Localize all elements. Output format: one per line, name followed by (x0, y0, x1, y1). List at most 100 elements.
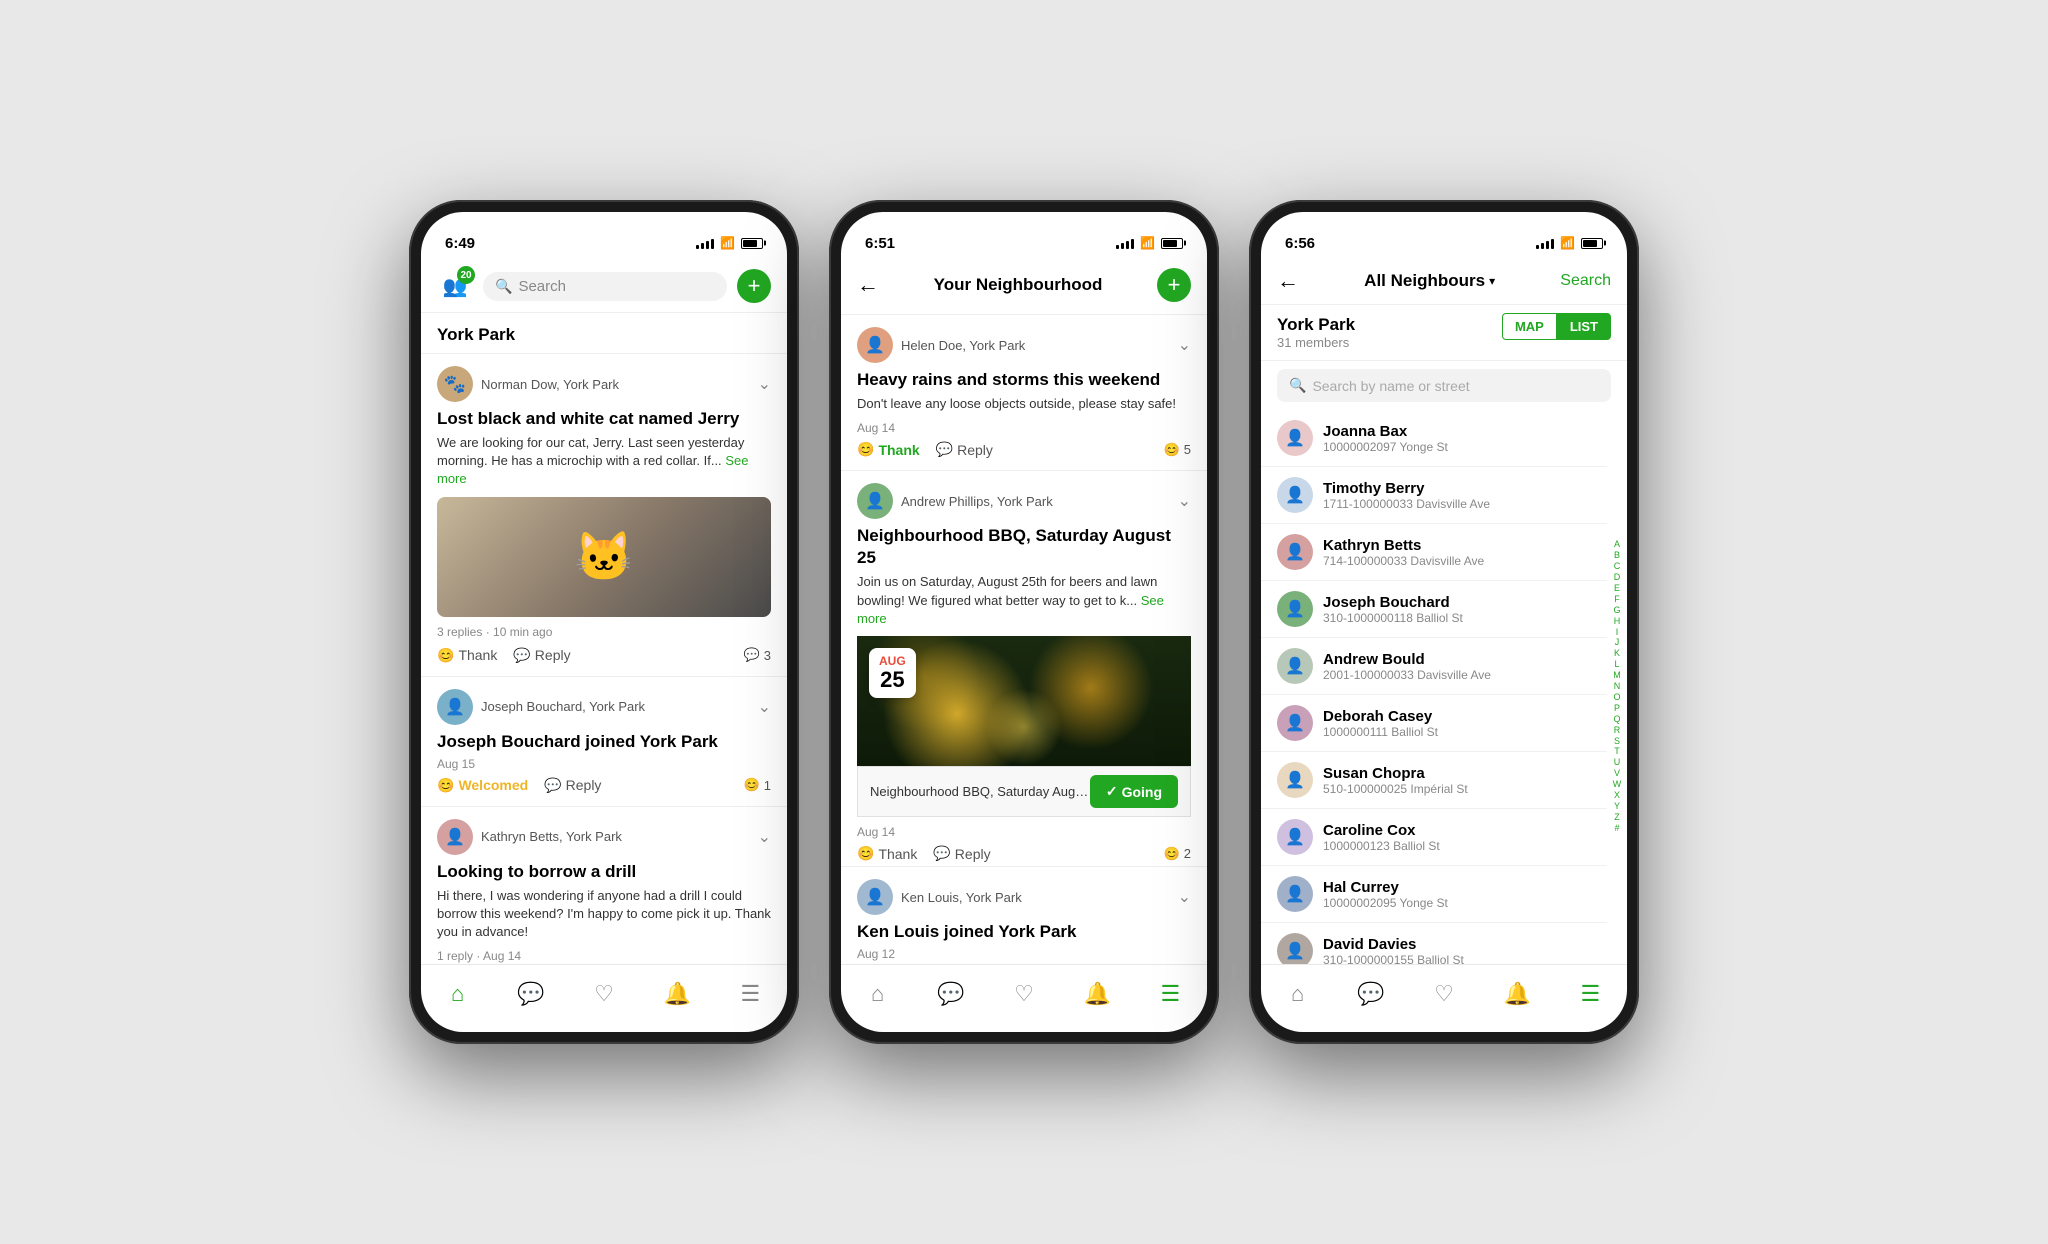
map-button[interactable]: MAP (1502, 313, 1557, 340)
heart-icon-3: ♡ (1434, 981, 1454, 1007)
alpha-L[interactable]: L (1614, 660, 1619, 670)
neighbour-deborah-casey[interactable]: 👤 Deborah Casey 1000000111 Balliol St (1261, 695, 1607, 752)
neighbour-avatar-4: 👤 (1277, 591, 1313, 627)
new-post-button-2[interactable]: + (1157, 268, 1191, 302)
chat-icon-2: 💬 (937, 981, 964, 1007)
alpha-M[interactable]: M (1613, 671, 1621, 681)
alpha-hash[interactable]: # (1614, 824, 1619, 834)
p2-post-menu-2[interactable]: ⌄ (1178, 491, 1191, 511)
tab-bell-1[interactable]: 🔔 (641, 965, 714, 1022)
avatar-3: 👤 (437, 819, 473, 855)
tab-bell-3[interactable]: 🔔 (1481, 965, 1554, 1022)
menu-icon-1: ☰ (741, 981, 761, 1007)
p2-post-menu-3[interactable]: ⌄ (1178, 887, 1191, 907)
status-bar-2: 6:51 📶 (841, 212, 1207, 260)
avatar-2: 👤 (437, 689, 473, 725)
neighbour-joseph-bouchard[interactable]: 👤 Joseph Bouchard 310-1000000118 Balliol… (1261, 581, 1607, 638)
feed-scroll-1[interactable]: York Park 🐾 Norman Dow, York Park ⌄ Lost… (421, 313, 787, 964)
alpha-V[interactable]: V (1614, 769, 1620, 779)
neighbour-avatar-1: 👤 (1277, 420, 1313, 456)
search-button-3[interactable]: Search (1560, 272, 1611, 290)
add-friends-button[interactable]: 👥 20 (437, 268, 473, 304)
alpha-Q[interactable]: Q (1613, 715, 1620, 725)
alpha-A[interactable]: A (1614, 540, 1620, 550)
tab-heart-3[interactable]: ♡ (1407, 965, 1480, 1022)
tab-heart-2[interactable]: ♡ (987, 965, 1060, 1022)
welcome-button-2[interactable]: 😊 Welcomed (437, 777, 528, 794)
alpha-O[interactable]: O (1613, 693, 1620, 703)
neighbour-joanna-bax[interactable]: 👤 Joanna Bax 10000002097 Yonge St (1261, 410, 1607, 467)
phone-1: 6:49 📶 👥 20 🔍 Search (409, 200, 799, 1044)
alpha-E[interactable]: E (1614, 584, 1620, 594)
alpha-B[interactable]: B (1614, 551, 1620, 561)
p3-search-bar[interactable]: 🔍 Search by name or street (1277, 369, 1611, 402)
p2-thank-1[interactable]: 😊 Thank (857, 441, 920, 458)
post-author-1: 🐾 Norman Dow, York Park (437, 366, 619, 402)
new-post-button[interactable]: + (737, 269, 771, 303)
reply-button-1[interactable]: 💬 Reply (513, 647, 570, 664)
post-title-1: Lost black and white cat named Jerry (437, 408, 771, 430)
tab-chat-2[interactable]: 💬 (914, 965, 987, 1022)
tab-chat-3[interactable]: 💬 (1334, 965, 1407, 1022)
neighbour-timothy-berry[interactable]: 👤 Timothy Berry 1711-100000033 Davisvill… (1261, 467, 1607, 524)
alpha-U[interactable]: U (1614, 758, 1621, 768)
post-title-3: Looking to borrow a drill (437, 861, 771, 883)
alpha-I[interactable]: I (1616, 628, 1619, 638)
tab-bell-2[interactable]: 🔔 (1061, 965, 1134, 1022)
bbq-month: Aug (879, 654, 906, 668)
alpha-Y[interactable]: Y (1614, 802, 1620, 812)
alpha-S[interactable]: S (1614, 737, 1620, 747)
p2-reply-2[interactable]: 💬 Reply (933, 845, 990, 862)
reply-button-2[interactable]: 💬 Reply (544, 777, 601, 794)
p2-post-menu-1[interactable]: ⌄ (1178, 335, 1191, 355)
tab-menu-1[interactable]: ☰ (714, 965, 787, 1022)
alpha-P[interactable]: P (1614, 704, 1620, 714)
dropdown-icon[interactable]: ▾ (1489, 274, 1495, 288)
neighbour-susan-chopra[interactable]: 👤 Susan Chopra 510-100000025 Impérial St (1261, 752, 1607, 809)
back-button-3[interactable]: ← (1277, 268, 1299, 294)
p2-thank-2[interactable]: 😊 Thank (857, 845, 917, 862)
alpha-G[interactable]: G (1613, 606, 1620, 616)
tab-home-2[interactable]: ⌂ (841, 965, 914, 1022)
list-button[interactable]: LIST (1557, 313, 1611, 340)
p2-author-name-2: Andrew Phillips, York Park (901, 494, 1053, 509)
neighbour-name-6: Deborah Casey (1323, 708, 1438, 725)
alpha-C[interactable]: C (1614, 562, 1621, 572)
p2-reply-1[interactable]: 💬 Reply (936, 441, 993, 458)
p2-feed-scroll[interactable]: 👤 Helen Doe, York Park ⌄ Heavy rains and… (841, 315, 1207, 964)
back-button-2[interactable]: ← (857, 272, 879, 298)
alpha-D[interactable]: D (1614, 573, 1621, 583)
alpha-J[interactable]: J (1615, 638, 1620, 648)
thank-button-1[interactable]: 😊 Thank (437, 647, 497, 664)
neighbour-hal-currey[interactable]: 👤 Hal Currey 10000002095 Yonge St (1261, 866, 1607, 923)
alpha-H[interactable]: H (1614, 617, 1621, 627)
neighbour-avatar-7: 👤 (1277, 762, 1313, 798)
neighbour-andrew-bould[interactable]: 👤 Andrew Bould 2001-100000033 Davisville… (1261, 638, 1607, 695)
alpha-R[interactable]: R (1614, 726, 1621, 736)
alpha-F[interactable]: F (1614, 595, 1620, 605)
search-bar[interactable]: 🔍 Search (483, 272, 727, 301)
tab-menu-3[interactable]: ☰ (1554, 965, 1627, 1022)
post-2: 👤 Joseph Bouchard, York Park ⌄ Joseph Bo… (421, 677, 787, 807)
tab-home-3[interactable]: ⌂ (1261, 965, 1334, 1022)
alpha-W[interactable]: W (1613, 780, 1622, 790)
alpha-Z[interactable]: Z (1614, 813, 1620, 823)
alpha-T[interactable]: T (1614, 747, 1620, 757)
alpha-X[interactable]: X (1614, 791, 1620, 801)
post-menu-3[interactable]: ⌄ (758, 827, 771, 847)
tab-heart-1[interactable]: ♡ (567, 965, 640, 1022)
p2-author-name-3: Ken Louis, York Park (901, 890, 1022, 905)
neighbour-caroline-cox[interactable]: 👤 Caroline Cox 1000000123 Balliol St (1261, 809, 1607, 866)
going-button[interactable]: ✓ Going (1090, 775, 1178, 808)
tab-home-1[interactable]: ⌂ (421, 965, 494, 1022)
alpha-N[interactable]: N (1614, 682, 1621, 692)
neighbour-kathryn-betts[interactable]: 👤 Kathryn Betts 714-100000033 Davisville… (1261, 524, 1607, 581)
neighbours-list[interactable]: 👤 Joanna Bax 10000002097 Yonge St 👤 Timo… (1261, 410, 1627, 964)
post-menu-2[interactable]: ⌄ (758, 697, 771, 717)
alpha-K[interactable]: K (1614, 649, 1620, 659)
tab-menu-2[interactable]: ☰ (1134, 965, 1207, 1022)
neighbour-avatar-5: 👤 (1277, 648, 1313, 684)
tab-chat-1[interactable]: 💬 (494, 965, 567, 1022)
post-menu-1[interactable]: ⌄ (758, 374, 771, 394)
neighbour-david-davies[interactable]: 👤 David Davies 310-1000000155 Balliol St (1261, 923, 1607, 964)
